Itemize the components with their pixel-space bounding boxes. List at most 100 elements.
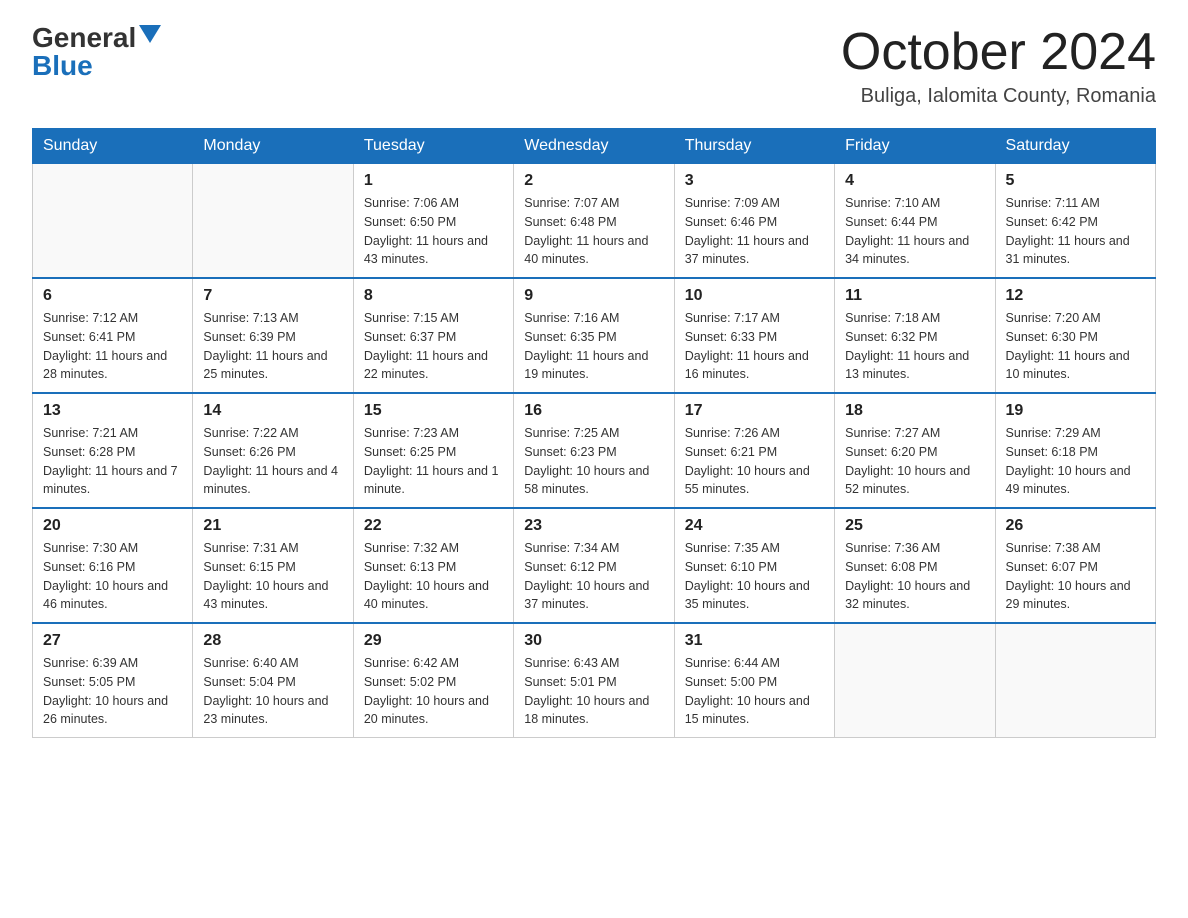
day-info: Sunrise: 7:11 AMSunset: 6:42 PMDaylight:… [1006,194,1145,269]
day-number: 29 [364,632,503,650]
day-info: Sunrise: 6:44 AMSunset: 5:00 PMDaylight:… [685,654,824,729]
day-info: Sunrise: 7:16 AMSunset: 6:35 PMDaylight:… [524,309,663,384]
day-number: 24 [685,517,824,535]
day-info: Sunrise: 7:23 AMSunset: 6:25 PMDaylight:… [364,424,503,499]
calendar-week-row: 20 Sunrise: 7:30 AMSunset: 6:16 PMDayligh… [33,508,1156,623]
table-row: 10 Sunrise: 7:17 AMSunset: 6:33 PMDayligh… [674,278,834,393]
location-subtitle: Buliga, Ialomita County, Romania [841,85,1156,108]
header-friday: Friday [835,129,995,164]
day-number: 7 [203,287,342,305]
table-row [835,623,995,738]
day-number: 10 [685,287,824,305]
day-info: Sunrise: 7:17 AMSunset: 6:33 PMDaylight:… [685,309,824,384]
day-number: 11 [845,287,984,305]
day-info: Sunrise: 7:31 AMSunset: 6:15 PMDaylight:… [203,539,342,614]
page-header: General Blue October 2024 Buliga, Ialomi… [32,24,1156,108]
table-row: 30 Sunrise: 6:43 AMSunset: 5:01 PMDayligh… [514,623,674,738]
day-number: 14 [203,402,342,420]
header-thursday: Thursday [674,129,834,164]
day-info: Sunrise: 6:40 AMSunset: 5:04 PMDaylight:… [203,654,342,729]
table-row: 16 Sunrise: 7:25 AMSunset: 6:23 PMDayligh… [514,393,674,508]
day-info: Sunrise: 7:21 AMSunset: 6:28 PMDaylight:… [43,424,182,499]
table-row: 23 Sunrise: 7:34 AMSunset: 6:12 PMDayligh… [514,508,674,623]
table-row: 20 Sunrise: 7:30 AMSunset: 6:16 PMDayligh… [33,508,193,623]
day-info: Sunrise: 7:36 AMSunset: 6:08 PMDaylight:… [845,539,984,614]
day-info: Sunrise: 7:35 AMSunset: 6:10 PMDaylight:… [685,539,824,614]
day-number: 31 [685,632,824,650]
day-number: 1 [364,172,503,190]
day-info: Sunrise: 6:43 AMSunset: 5:01 PMDaylight:… [524,654,663,729]
table-row: 19Sunrise: 7:29 AMSunset: 6:18 PMDayligh… [995,393,1155,508]
table-row: 4 Sunrise: 7:10 AMSunset: 6:44 PMDaylight… [835,164,995,279]
table-row [33,164,193,279]
day-info: Sunrise: 7:10 AMSunset: 6:44 PMDaylight:… [845,194,984,269]
header-monday: Monday [193,129,353,164]
day-info: Sunrise: 7:25 AMSunset: 6:23 PMDaylight:… [524,424,663,499]
calendar-week-row: 1 Sunrise: 7:06 AMSunset: 6:50 PMDaylight… [33,164,1156,279]
table-row: 17Sunrise: 7:26 AMSunset: 6:21 PMDayligh… [674,393,834,508]
day-number: 9 [524,287,663,305]
day-info: Sunrise: 7:38 AMSunset: 6:07 PMDaylight:… [1006,539,1145,614]
day-number: 26 [1006,517,1145,535]
title-area: October 2024 Buliga, Ialomita County, Ro… [841,24,1156,108]
logo-arrow-icon [139,25,161,45]
table-row: 7Sunrise: 7:13 AMSunset: 6:39 PMDaylight… [193,278,353,393]
day-number: 18 [845,402,984,420]
calendar-week-row: 13 Sunrise: 7:21 AMSunset: 6:28 PMDayligh… [33,393,1156,508]
calendar-week-row: 6 Sunrise: 7:12 AMSunset: 6:41 PMDaylight… [33,278,1156,393]
day-number: 2 [524,172,663,190]
table-row: 15 Sunrise: 7:23 AMSunset: 6:25 PMDayligh… [353,393,513,508]
header-wednesday: Wednesday [514,129,674,164]
day-number: 8 [364,287,503,305]
table-row: 6 Sunrise: 7:12 AMSunset: 6:41 PMDaylight… [33,278,193,393]
day-number: 6 [43,287,182,305]
day-number: 30 [524,632,663,650]
day-info: Sunrise: 7:34 AMSunset: 6:12 PMDaylight:… [524,539,663,614]
day-number: 12 [1006,287,1145,305]
table-row: 8Sunrise: 7:15 AMSunset: 6:37 PMDaylight… [353,278,513,393]
day-info: Sunrise: 7:06 AMSunset: 6:50 PMDaylight:… [364,194,503,269]
day-number: 22 [364,517,503,535]
table-row: 22 Sunrise: 7:32 AMSunset: 6:13 PMDayligh… [353,508,513,623]
day-info: Sunrise: 7:22 AMSunset: 6:26 PMDaylight:… [203,424,342,499]
table-row: 1 Sunrise: 7:06 AMSunset: 6:50 PMDaylight… [353,164,513,279]
day-info: Sunrise: 7:26 AMSunset: 6:21 PMDaylight:… [685,424,824,499]
day-info: Sunrise: 7:30 AMSunset: 6:16 PMDaylight:… [43,539,182,614]
logo-blue: Blue [32,50,93,81]
calendar-header-row: Sunday Monday Tuesday Wednesday Thursday… [33,129,1156,164]
table-row: 11 Sunrise: 7:18 AMSunset: 6:32 PMDayligh… [835,278,995,393]
table-row: 5Sunrise: 7:11 AMSunset: 6:42 PMDaylight… [995,164,1155,279]
table-row: 18 Sunrise: 7:27 AMSunset: 6:20 PMDayligh… [835,393,995,508]
table-row: 26 Sunrise: 7:38 AMSunset: 6:07 PMDayligh… [995,508,1155,623]
table-row: 13 Sunrise: 7:21 AMSunset: 6:28 PMDayligh… [33,393,193,508]
calendar-week-row: 27Sunrise: 6:39 AMSunset: 5:05 PMDayligh… [33,623,1156,738]
day-number: 4 [845,172,984,190]
day-number: 25 [845,517,984,535]
day-info: Sunrise: 7:12 AMSunset: 6:41 PMDaylight:… [43,309,182,384]
table-row: 29 Sunrise: 6:42 AMSunset: 5:02 PMDayligh… [353,623,513,738]
table-row: 14 Sunrise: 7:22 AMSunset: 6:26 PMDayligh… [193,393,353,508]
day-number: 28 [203,632,342,650]
day-number: 13 [43,402,182,420]
table-row: 2Sunrise: 7:07 AMSunset: 6:48 PMDaylight… [514,164,674,279]
table-row: 24 Sunrise: 7:35 AMSunset: 6:10 PMDayligh… [674,508,834,623]
day-number: 16 [524,402,663,420]
table-row: 3Sunrise: 7:09 AMSunset: 6:46 PMDaylight… [674,164,834,279]
day-info: Sunrise: 7:20 AMSunset: 6:30 PMDaylight:… [1006,309,1145,384]
day-info: Sunrise: 7:27 AMSunset: 6:20 PMDaylight:… [845,424,984,499]
header-sunday: Sunday [33,129,193,164]
day-number: 21 [203,517,342,535]
table-row: 21 Sunrise: 7:31 AMSunset: 6:15 PMDayligh… [193,508,353,623]
day-number: 15 [364,402,503,420]
day-number: 20 [43,517,182,535]
day-info: Sunrise: 6:42 AMSunset: 5:02 PMDaylight:… [364,654,503,729]
day-info: Sunrise: 7:09 AMSunset: 6:46 PMDaylight:… [685,194,824,269]
header-tuesday: Tuesday [353,129,513,164]
table-row: 12 Sunrise: 7:20 AMSunset: 6:30 PMDayligh… [995,278,1155,393]
table-row: 9 Sunrise: 7:16 AMSunset: 6:35 PMDaylight… [514,278,674,393]
day-info: Sunrise: 7:18 AMSunset: 6:32 PMDaylight:… [845,309,984,384]
table-row [995,623,1155,738]
day-info: Sunrise: 7:32 AMSunset: 6:13 PMDaylight:… [364,539,503,614]
day-number: 23 [524,517,663,535]
day-info: Sunrise: 6:39 AMSunset: 5:05 PMDaylight:… [43,654,182,729]
